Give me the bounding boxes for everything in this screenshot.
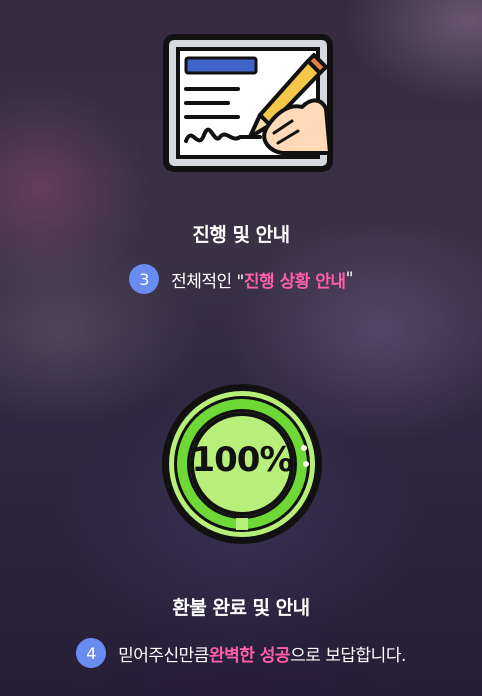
contract-signing-icon [163, 34, 333, 172]
step-title: 환불 완료 및 안내 [172, 597, 310, 619]
desc-prefix: 믿어주신만큼 [118, 645, 209, 666]
step-number-badge: 3 [129, 264, 160, 294]
step-description: 3 전체적인 " 진행 상황 안내 " [0, 262, 482, 296]
desc-highlight: 진행 상황 안내 [243, 271, 346, 292]
step-number-badge: 4 [76, 638, 107, 668]
step-description: 4 믿어주신만큼 완벽한 성공 으로 보답합니다. [0, 636, 482, 670]
desc-prefix: 전체적인 " [171, 271, 244, 292]
step-title: 진행 및 안내 [192, 224, 290, 246]
progress-percent-label: 100% [191, 440, 293, 480]
step-4-section: 100% 환불 완료 및 안내 4 믿어주신만큼 완벽한 성공 으로 보답합니다. [0, 300, 482, 696]
desc-highlight: 완벽한 성공 [208, 645, 291, 666]
step-3-section: 진행 및 안내 3 전체적인 " 진행 상황 안내 " [0, 0, 482, 300]
desc-suffix: 으로 보답합니다. [290, 645, 406, 666]
desc-suffix: " [345, 269, 354, 289]
